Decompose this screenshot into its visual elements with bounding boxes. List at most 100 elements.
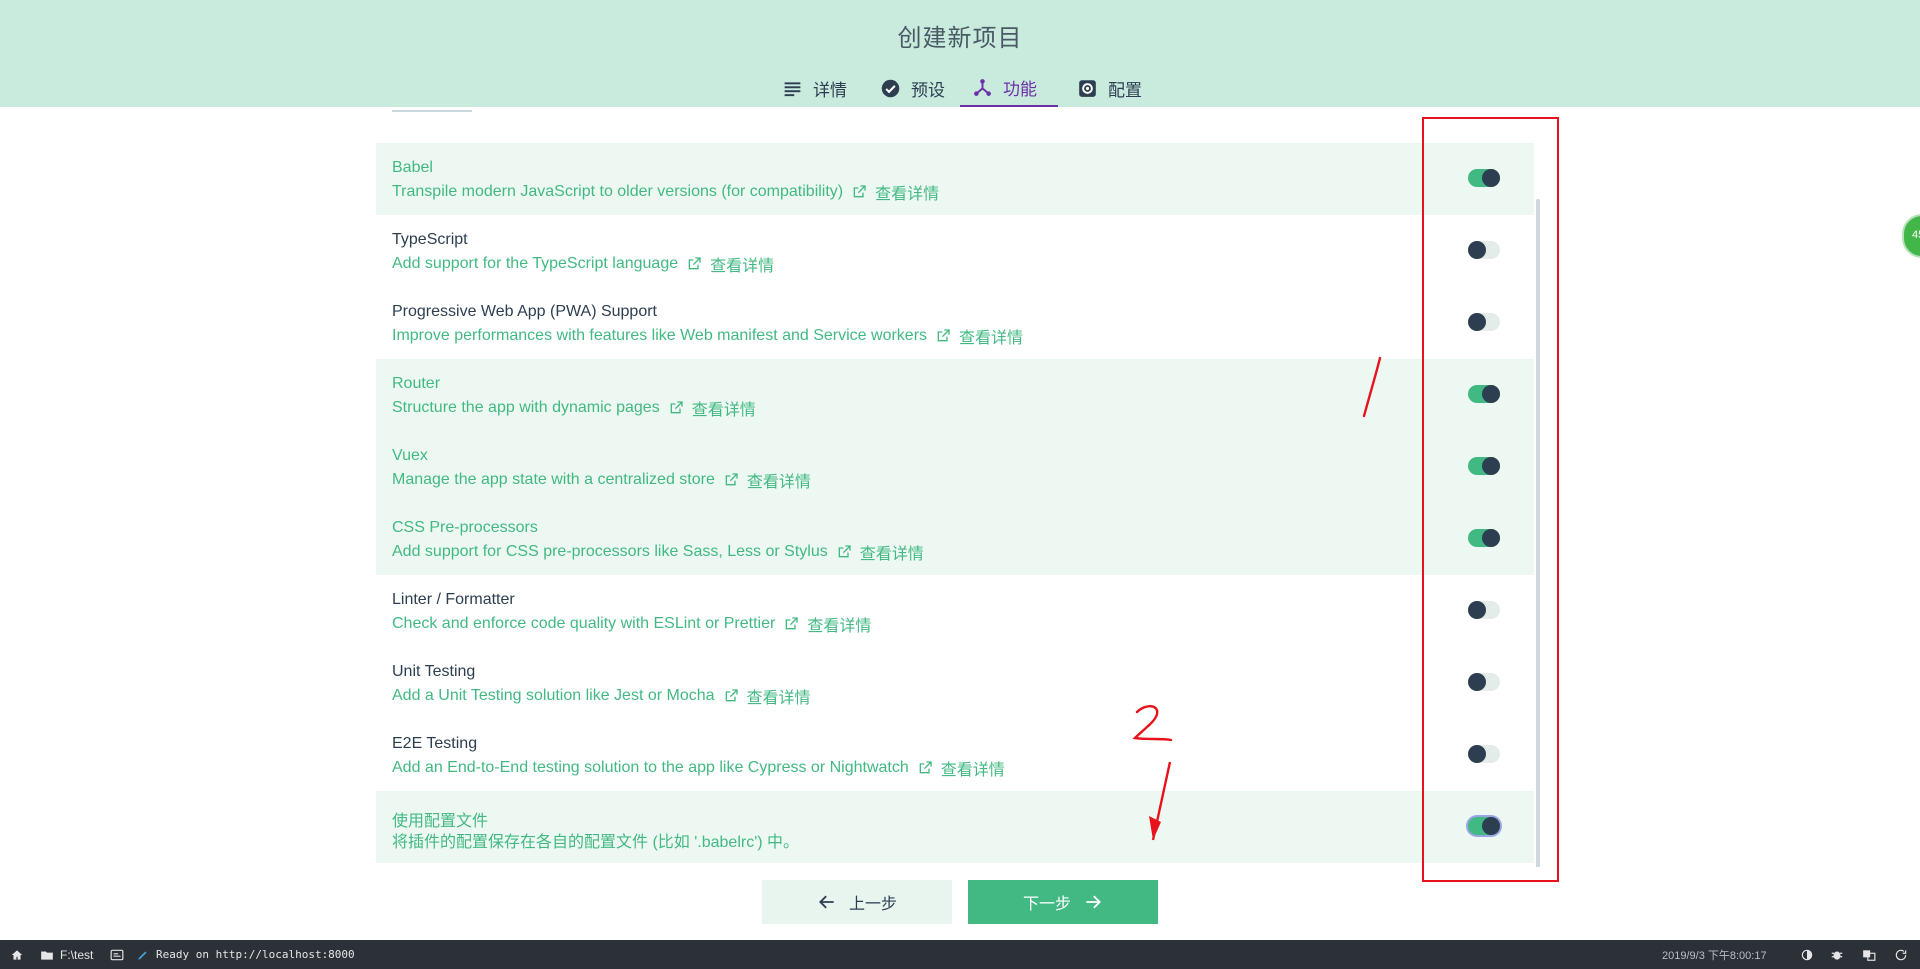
feature-name: CSS Pre-processors [392,519,538,536]
theme-toggle-button[interactable] [1800,940,1814,969]
status-time-text: 2019/9/3 下午8:00:17 [1662,949,1767,962]
feature-description: Manage the app state with a centralized … [392,468,811,492]
tab-config-label: 配置 [1108,81,1142,100]
feature-details-link-text: 查看详情 [875,186,940,203]
feature-name: Vuex [392,447,428,464]
external-link-icon [919,761,932,774]
feature-details-link-text: 查看详情 [959,330,1024,347]
scrollbar[interactable] [1536,199,1540,867]
feature-toggle-switch[interactable] [1468,385,1500,403]
feature-description: Add a Unit Testing solution like Jest or… [392,684,811,708]
gear-icon [1079,80,1096,97]
feature-row[interactable]: Vuex Manage the app state with a centrali… [376,431,1534,503]
feature-details-link[interactable]: 查看详情 [686,252,774,276]
feature-details-link[interactable]: 查看详情 [851,180,939,204]
feature-row[interactable]: TypeScript Add support for the TypeScript… [376,215,1534,287]
list-icon [784,82,801,97]
feature-details-link[interactable]: 查看详情 [668,396,756,420]
pencil-icon [138,951,147,960]
home-icon [11,949,23,960]
toggle-knob [1468,313,1486,331]
feature-name: Linter / Formatter [392,591,515,608]
folder-path[interactable]: F:\test [40,940,93,969]
feature-name: Unit Testing [392,663,476,680]
previous-step-button[interactable]: 上一步 [762,880,952,924]
feature-details-link[interactable]: 查看详情 [917,756,1005,780]
feature-toggle-switch[interactable] [1468,457,1500,475]
features-panel: Babel Transpile modern JavaScript to olde… [0,107,1920,867]
feature-details-link[interactable]: 查看详情 [723,468,811,492]
toggle-knob [1482,385,1500,403]
external-link-icon [937,329,950,342]
feature-toggle-switch[interactable] [1468,601,1500,619]
feature-row[interactable]: 使用配置文件 将插件的配置保存在各自的配置文件 (比如 '.babelrc') 中… [376,791,1534,863]
toggle-knob [1468,241,1486,259]
home-button[interactable] [10,940,24,969]
feature-details-link-text: 查看详情 [710,258,775,275]
feature-details-link[interactable]: 查看详情 [935,324,1023,348]
feature-details-link[interactable]: 查看详情 [723,684,811,708]
feature-description-text: Add a Unit Testing solution like Jest or… [392,687,715,704]
bug-icon [1831,951,1843,960]
feature-details-link-text: 查看详情 [807,618,872,635]
feature-row[interactable]: CSS Pre-processors Add support for CSS pr… [376,503,1534,575]
language-button[interactable] [1862,940,1876,969]
header: 创建新项目 详情 预设 功能 配置 [0,0,1920,107]
external-link-icon [688,257,701,270]
feature-toggle-switch[interactable] [1468,817,1500,835]
status-message-text: Ready on http://localhost:8000 [156,948,355,961]
tab-details-label: 详情 [813,81,847,100]
tab-details[interactable]: 详情 [770,70,859,107]
feature-row[interactable]: Babel Transpile modern JavaScript to olde… [376,143,1534,215]
folder-icon [41,951,53,960]
next-step-label: 下一步 [1022,896,1071,913]
feature-name: Router [392,375,441,392]
annotation-mark-2 [1132,705,1173,841]
feature-row[interactable]: Unit Testing Add a Unit Testing solution … [376,647,1534,719]
feature-toggle-switch[interactable] [1468,169,1500,187]
external-link-icon [725,689,738,702]
feature-description-text: Add an End-to-End testing solution to th… [392,759,909,776]
feature-row[interactable]: Progressive Web App (PWA) Support Improve… [376,287,1534,359]
feature-description-text: Check and enforce code quality with ESLi… [392,615,776,632]
feature-toggle-switch[interactable] [1468,529,1500,547]
features-icon [974,79,991,96]
bug-report-button[interactable] [1830,940,1844,969]
toggle-knob [1468,601,1486,619]
section-header-partial [392,110,472,116]
feature-toggle-switch[interactable] [1468,241,1500,259]
external-link-icon [785,617,798,630]
feature-details-link-text: 查看详情 [940,762,1005,779]
feature-details-link[interactable]: 查看详情 [836,540,924,564]
external-link-icon [853,185,866,198]
feature-row[interactable]: Linter / Formatter Check and enforce code… [376,575,1534,647]
terminal-button[interactable] [110,940,124,969]
feature-toggle-switch[interactable] [1468,745,1500,763]
feature-row[interactable]: E2E Testing Add an End-to-End testing sol… [376,719,1534,791]
feature-name: E2E Testing [392,735,478,752]
tab-presets[interactable]: 预设 [868,70,957,107]
feature-toggle-switch[interactable] [1468,673,1500,691]
feature-description-text: Structure the app with dynamic pages [392,399,660,416]
feature-description: Transpile modern JavaScript to older ver… [392,180,939,204]
tab-config[interactable]: 配置 [1065,70,1154,107]
refresh-button[interactable] [1894,940,1908,969]
feature-details-link-text: 查看详情 [746,474,811,491]
feature-details-link-text: 查看详情 [859,546,924,563]
tab-features-label: 功能 [1003,80,1037,99]
toggle-knob [1482,529,1500,547]
folder-path-text: F:\test [60,947,94,962]
toggle-knob [1482,169,1500,187]
translate-icon [1863,949,1876,961]
side-badge-text: 45 [1912,229,1920,241]
tab-features[interactable]: 功能 [960,70,1058,107]
feature-description: 将插件的配置保存在各自的配置文件 (比如 '.babelrc') 中。 [392,828,799,852]
feature-description: Check and enforce code quality with ESLi… [392,612,871,636]
feature-description: Add support for CSS pre-processors like … [392,540,924,564]
feature-details-link[interactable]: 查看详情 [783,612,871,636]
check-circle-icon [881,79,900,98]
status-message: Ready on http://localhost:8000 [136,940,355,969]
next-step-button[interactable]: 下一步 [968,880,1158,924]
feature-toggle-switch[interactable] [1468,313,1500,331]
terminal-icon [110,949,124,960]
